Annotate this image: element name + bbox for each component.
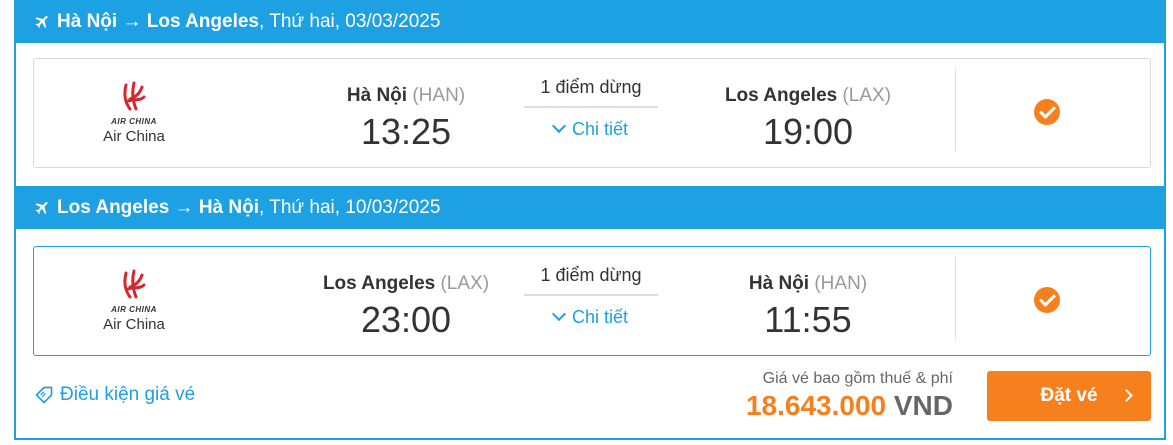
check-circle-icon[interactable]	[1034, 99, 1060, 125]
outbound-date: , Thứ hai, 03/03/2025	[259, 10, 441, 32]
divider	[955, 257, 956, 339]
arrival-city: Los Angeles (LAX)	[678, 85, 938, 107]
book-button[interactable]: Đặt vé	[987, 371, 1151, 421]
departure-city-code: (LAX)	[440, 273, 490, 294]
fare-conditions-label: Điều kiện giá vé	[60, 384, 196, 405]
chevron-down-icon	[551, 118, 567, 134]
divider	[955, 69, 956, 151]
departure-time: 23:00	[360, 299, 452, 340]
departure-city: Hà Nội (HAN)	[276, 85, 536, 107]
airline-info: AIR CHINA Air China	[74, 79, 194, 145]
airline-name: Air China	[103, 316, 165, 333]
stops-info: 1 điểm dừng Chi tiết	[524, 265, 658, 328]
plane-icon	[35, 201, 48, 215]
outbound-header: Hà Nội → Los Angeles , Thứ hai, 03/03/20…	[16, 0, 1166, 43]
fare-conditions-link[interactable]: Điều kiện giá vé	[34, 384, 195, 406]
price-note: Giá vé bao gồm thuế & phí	[762, 370, 953, 387]
details-link[interactable]: Chi tiết	[524, 118, 658, 140]
return-date: , Thứ hai, 10/03/2025	[259, 196, 441, 218]
details-label: Chi tiết	[571, 307, 629, 327]
plane-icon	[35, 15, 48, 29]
price-amount: 18.643.000	[745, 390, 887, 421]
stops-count: 1 điểm dừng	[524, 77, 658, 108]
departure-city-code: (HAN)	[412, 85, 466, 106]
arrival-time: 19:00	[762, 111, 854, 152]
air-china-logo	[123, 81, 146, 111]
departure-city-name: Los Angeles	[322, 273, 436, 294]
arrival-city-name: Hà Nội	[748, 273, 810, 294]
ticket-tag-icon	[35, 386, 53, 404]
details-label: Chi tiết	[571, 119, 629, 139]
arrival-time: 11:55	[764, 299, 852, 340]
arrival-city-code: (LAX)	[842, 85, 892, 106]
airline-logo-text: AIR CHINA	[111, 305, 157, 314]
details-link[interactable]: Chi tiết	[524, 306, 658, 328]
departure-city-name: Hà Nội	[346, 85, 408, 106]
return-route: Los Angeles → Hà Nội	[57, 196, 259, 218]
price-currency: VND	[893, 390, 953, 421]
arrival-city-name: Los Angeles	[724, 85, 838, 106]
arrival-city: Hà Nội (HAN)	[678, 273, 938, 295]
flight-result-card: Hà Nội → Los Angeles , Thứ hai, 03/03/20…	[14, 0, 1166, 440]
total-price: 18.643.000 VND	[746, 390, 953, 422]
outbound-route: Hà Nội → Los Angeles	[57, 10, 259, 32]
stops-count: 1 điểm dừng	[524, 265, 658, 296]
return-leg[interactable]: AIR CHINA Air China Los Angeles (LAX) 23…	[33, 246, 1151, 356]
stops-info: 1 điểm dừng Chi tiết	[524, 77, 658, 140]
departure-time: 13:25	[360, 111, 452, 152]
departure-city: Los Angeles (LAX)	[276, 273, 536, 295]
airline-logo-text: AIR CHINA	[111, 117, 157, 126]
return-header: Los Angeles → Hà Nội , Thứ hai, 10/03/20…	[16, 186, 1166, 229]
outbound-leg[interactable]: AIR CHINA Air China Hà Nội (HAN) 13:25 1…	[33, 58, 1151, 168]
arrival-city-code: (HAN)	[814, 273, 868, 294]
airline-name: Air China	[103, 128, 165, 145]
chevron-down-icon	[551, 306, 567, 322]
check-circle-icon[interactable]	[1034, 287, 1060, 313]
chevron-right-icon	[1120, 389, 1133, 402]
book-button-label: Đặt vé	[1040, 385, 1098, 406]
airline-info: AIR CHINA Air China	[74, 267, 194, 333]
air-china-logo	[123, 269, 146, 299]
